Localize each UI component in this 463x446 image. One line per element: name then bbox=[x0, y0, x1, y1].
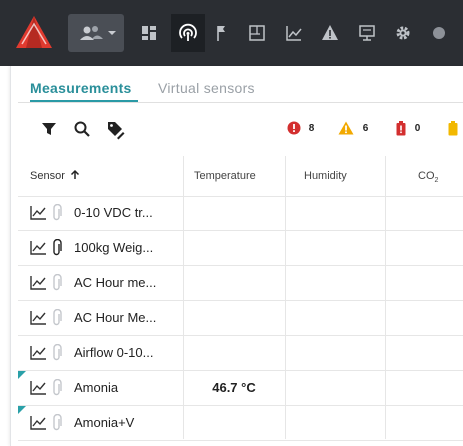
column-humidity[interactable]: Humidity bbox=[304, 156, 347, 196]
temperature-value bbox=[184, 336, 284, 370]
user-group-dropdown[interactable] bbox=[68, 14, 124, 52]
top-navigation-bar bbox=[0, 0, 463, 66]
column-sensor-label: Sensor bbox=[30, 170, 65, 182]
tag-edit-icon[interactable] bbox=[105, 120, 125, 140]
temperature-value bbox=[184, 301, 284, 335]
sensor-name[interactable]: 100kg Weig... bbox=[74, 231, 153, 265]
table-row[interactable]: Amonia 46.7 °C bbox=[18, 371, 463, 406]
column-co2-label: CO bbox=[418, 170, 435, 182]
row-status-marker bbox=[18, 406, 26, 414]
row-status-marker bbox=[18, 371, 26, 379]
chart-line-icon[interactable] bbox=[30, 240, 47, 255]
error-count-badge[interactable]: 8 bbox=[287, 121, 314, 137]
attachment-icon[interactable] bbox=[52, 414, 62, 432]
battery-warning-badge[interactable] bbox=[448, 121, 458, 137]
table-row[interactable]: Airflow 0-10... bbox=[18, 336, 463, 371]
sensor-name[interactable]: 0-10 VDC tr... bbox=[74, 196, 153, 230]
chart-line-icon[interactable] bbox=[30, 345, 47, 360]
attachment-icon[interactable] bbox=[52, 379, 62, 397]
chart-line-icon[interactable] bbox=[30, 310, 47, 325]
column-temperature[interactable]: Temperature bbox=[194, 156, 256, 196]
battery-warning-icon bbox=[448, 121, 458, 136]
battery-low-count: 0 bbox=[414, 123, 421, 135]
column-co2-subscript: 2 bbox=[434, 177, 439, 185]
chart-line-icon[interactable] bbox=[30, 380, 47, 395]
table-row[interactable]: Amonia+V bbox=[18, 406, 463, 441]
attachment-icon[interactable] bbox=[52, 344, 62, 362]
filter-icon[interactable] bbox=[40, 120, 60, 140]
temperature-value bbox=[184, 196, 284, 230]
sensor-name[interactable]: Amonia+V bbox=[74, 406, 134, 440]
error-circle-icon bbox=[287, 121, 301, 135]
dashboard-icon[interactable] bbox=[132, 14, 166, 52]
sensor-name[interactable]: AC Hour me... bbox=[74, 266, 156, 300]
floorplan-icon[interactable] bbox=[240, 14, 274, 52]
tabs-divider bbox=[18, 102, 463, 103]
warning-triangle-icon bbox=[338, 121, 354, 135]
column-co2[interactable]: CO2 bbox=[418, 156, 438, 196]
chevron-down-icon bbox=[108, 31, 116, 35]
attachment-icon[interactable] bbox=[52, 309, 62, 327]
table-row[interactable]: AC Hour Me... bbox=[18, 301, 463, 336]
attachment-icon[interactable] bbox=[52, 274, 62, 292]
chart-line-icon[interactable] bbox=[30, 205, 47, 220]
logo-icon[interactable] bbox=[14, 14, 54, 50]
sensor-name[interactable]: Amonia bbox=[74, 371, 118, 405]
attachment-icon[interactable] bbox=[52, 204, 62, 222]
error-count: 8 bbox=[308, 122, 315, 134]
tab-virtual-sensors[interactable]: Virtual sensors bbox=[158, 80, 255, 96]
warning-count: 6 bbox=[362, 122, 369, 134]
tab-measurements[interactable]: Measurements bbox=[30, 80, 132, 96]
chart-line-icon[interactable] bbox=[30, 415, 47, 430]
temperature-value bbox=[184, 266, 284, 300]
table-row[interactable]: AC Hour me... bbox=[18, 266, 463, 301]
warning-count-badge[interactable]: 6 bbox=[338, 121, 368, 137]
gateway-icon[interactable] bbox=[350, 14, 384, 52]
search-icon[interactable] bbox=[73, 120, 93, 140]
sensor-name[interactable]: AC Hour Me... bbox=[74, 301, 156, 335]
temperature-value bbox=[184, 406, 284, 440]
sort-ascending-icon bbox=[70, 169, 79, 179]
temperature-value: 46.7 °C bbox=[212, 380, 256, 395]
column-sensor[interactable]: Sensor bbox=[30, 156, 80, 196]
table-row[interactable]: 0-10 VDC tr... bbox=[18, 196, 463, 231]
flag-icon[interactable] bbox=[205, 14, 239, 52]
table-header: Sensor Temperature Humidity CO2 bbox=[18, 156, 463, 197]
table-row[interactable]: 100kg Weig... bbox=[18, 231, 463, 266]
settings-icon[interactable] bbox=[386, 14, 420, 52]
chart-line-icon[interactable] bbox=[30, 275, 47, 290]
battery-low-badge[interactable]: 0 bbox=[396, 121, 420, 137]
sensors-icon[interactable] bbox=[171, 14, 205, 52]
charts-icon[interactable] bbox=[277, 14, 311, 52]
more-icon[interactable] bbox=[422, 14, 456, 52]
temperature-value bbox=[184, 231, 284, 265]
alerts-icon[interactable] bbox=[313, 14, 347, 52]
sensor-name[interactable]: Airflow 0-10... bbox=[74, 336, 153, 370]
attachment-icon[interactable] bbox=[52, 239, 62, 257]
users-icon bbox=[80, 26, 116, 40]
battery-low-icon bbox=[396, 121, 406, 136]
